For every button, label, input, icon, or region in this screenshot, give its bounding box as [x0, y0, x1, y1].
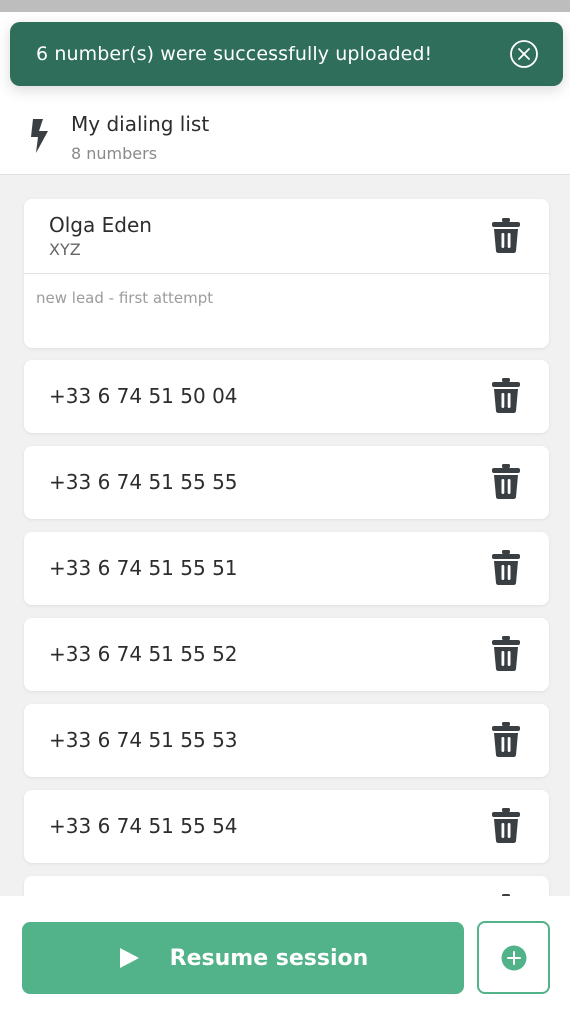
plus-circle-icon — [501, 945, 526, 970]
contact-header: Olga Eden XYZ — [24, 199, 549, 274]
footer-actions: Resume session — [0, 896, 570, 1012]
number-card[interactable]: +33 6 74 51 55 53 — [24, 704, 549, 777]
trash-icon[interactable] — [491, 721, 521, 758]
trash-icon[interactable] — [491, 377, 521, 414]
contact-card[interactable]: Olga Eden XYZ new lead - first attempt — [24, 199, 549, 348]
dialing-list[interactable]: Olga Eden XYZ new lead - first attempt +… — [0, 175, 570, 896]
trash-icon[interactable] — [491, 635, 521, 672]
number-card[interactable]: +33 6 74 51 55 54 — [24, 790, 549, 863]
contact-company: XYZ — [49, 240, 81, 259]
resume-session-label: Resume session — [169, 945, 369, 971]
toast-message: 6 number(s) were successfully uploaded! — [36, 43, 433, 65]
trash-icon[interactable] — [491, 463, 521, 500]
number-card[interactable]: +33 6 74 51 55 51 — [24, 532, 549, 605]
contact-note: new lead - first attempt — [36, 289, 214, 307]
bolt-icon — [31, 119, 48, 153]
phone-number: +33 6 74 51 55 54 — [49, 814, 238, 838]
trash-icon[interactable] — [491, 217, 521, 254]
number-card-partial[interactable] — [24, 876, 549, 896]
list-count: 8 numbers — [71, 144, 158, 163]
number-card[interactable]: +33 6 74 51 55 52 — [24, 618, 549, 691]
close-icon[interactable] — [509, 39, 539, 69]
contact-name: Olga Eden — [49, 213, 152, 237]
phone-number: +33 6 74 51 55 51 — [49, 556, 238, 580]
trash-icon[interactable] — [491, 807, 521, 844]
play-icon — [119, 948, 139, 968]
resume-session-button[interactable]: Resume session — [22, 922, 464, 994]
phone-number: +33 6 74 51 55 55 — [49, 470, 238, 494]
phone-number: +33 6 74 51 55 52 — [49, 642, 238, 666]
number-card[interactable]: +33 6 74 51 55 55 — [24, 446, 549, 519]
number-card[interactable]: +33 6 74 51 50 04 — [24, 360, 549, 433]
list-title: My dialing list — [71, 112, 210, 136]
status-strip — [0, 0, 570, 12]
phone-number: +33 6 74 51 55 53 — [49, 728, 238, 752]
phone-number: +33 6 74 51 50 04 — [49, 384, 238, 408]
add-number-button[interactable] — [477, 921, 550, 994]
trash-icon[interactable] — [491, 549, 521, 586]
upload-success-toast: 6 number(s) were successfully uploaded! — [10, 22, 563, 86]
header: 6 number(s) were successfully uploaded! … — [0, 12, 570, 175]
